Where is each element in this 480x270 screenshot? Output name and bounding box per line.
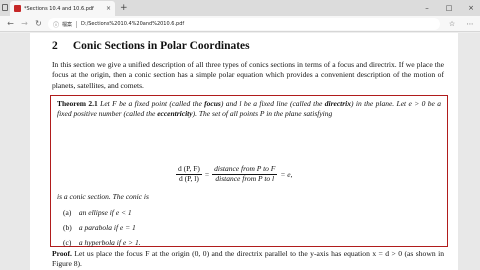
case-hyperbola: (c) a hyperbola if e > 1. xyxy=(63,238,141,247)
back-button[interactable]: ← xyxy=(4,17,17,30)
formula-equals-e: = e, xyxy=(280,169,293,179)
formula-rhs: distance from P to F distance from P to … xyxy=(212,163,278,185)
new-tab-button[interactable]: + xyxy=(120,2,128,14)
proof-text: Let us place the focus F at the origin (… xyxy=(52,249,444,269)
formula-lhs-denominator: d (P, l) xyxy=(179,174,199,184)
tab-close-icon[interactable]: × xyxy=(106,5,111,12)
tab-actions-icon[interactable] xyxy=(2,4,8,11)
formula-lhs: d (P, F) d (P, l) xyxy=(176,164,202,185)
case-tag: (c) xyxy=(63,238,72,247)
forward-button[interactable]: → xyxy=(18,17,31,30)
url-text[interactable]: D:/Sections%2010.4%20and%2010.6.pdf xyxy=(81,21,184,27)
pdf-viewer[interactable]: 2 Conic Sections in Polar Coordinates In… xyxy=(0,33,480,270)
more-menu-icon[interactable]: ⋯ xyxy=(464,18,476,30)
pdf-page: 2 Conic Sections in Polar Coordinates In… xyxy=(30,33,458,270)
case-parabola: (b) a parabola if e = 1 xyxy=(63,223,136,232)
pdf-favicon-icon xyxy=(14,5,21,12)
case-tag: (a) xyxy=(63,208,72,217)
formula-rhs-denominator: distance from P to l xyxy=(215,174,275,184)
file-scheme-label: 檔案 xyxy=(62,21,73,28)
formula-lhs-numerator: d (P, F) xyxy=(178,163,200,173)
case-ellipse: (a) an ellipse if e < 1 xyxy=(63,208,132,217)
formula-equals-1: = xyxy=(204,169,210,179)
proof-label: Proof. xyxy=(52,249,72,258)
theorem-text-2: ) and l be a fixed line (called the xyxy=(220,99,325,108)
case-tag: (b) xyxy=(63,223,72,232)
address-separator xyxy=(76,20,78,28)
address-bar[interactable]: ⓘ 檔案 D:/Sections%2010.4%20and%2010.6.pdf xyxy=(48,18,440,30)
section-heading: 2 Conic Sections in Polar Coordinates xyxy=(52,40,250,52)
term-directrix: directrix xyxy=(324,99,351,108)
minimize-button[interactable]: – xyxy=(416,0,438,16)
maximize-button[interactable]: □ xyxy=(438,0,460,16)
theorem-label: Theorem 2.1 xyxy=(57,99,98,108)
section-title: Conic Sections in Polar Coordinates xyxy=(72,40,250,52)
term-focus: focus xyxy=(204,99,221,108)
case-text: an ellipse if e < 1 xyxy=(78,208,132,217)
info-icon[interactable]: ⓘ xyxy=(53,20,59,29)
refresh-button[interactable]: ↻ xyxy=(32,17,45,30)
tab-pdf[interactable]: *Sections 10.4 and 10.6.pdf × xyxy=(10,1,115,16)
case-text: a hyperbola if e > 1. xyxy=(78,238,141,247)
title-bar: *Sections 10.4 and 10.6.pdf × + – □ × xyxy=(0,0,480,16)
formula-rhs-numerator: distance from P to F xyxy=(214,163,276,173)
proof-paragraph: Proof. Let us place the focus F at the o… xyxy=(52,249,444,270)
conic-statement: is a conic section. The conic is xyxy=(57,192,149,201)
eccentricity-formula: d (P, F) d (P, l) = distance from P to F… xyxy=(173,160,293,188)
tab-title: *Sections 10.4 and 10.6.pdf xyxy=(24,5,94,12)
address-row: ← → ↻ ⓘ 檔案 D:/Sections%2010.4%20and%2010… xyxy=(0,16,480,32)
theorem-text-1: Let F be a fixed point (called the xyxy=(97,99,205,108)
theorem-box: Theorem 2.1 Let F be a fixed point (call… xyxy=(50,95,448,247)
close-window-button[interactable]: × xyxy=(460,0,480,16)
favorite-star-icon[interactable]: ☆ xyxy=(446,18,458,30)
section-number: 2 xyxy=(52,40,58,52)
theorem-text: Theorem 2.1 Let F be a fixed point (call… xyxy=(57,99,441,119)
case-text: a parabola if e = 1 xyxy=(78,223,136,232)
intro-paragraph: In this section we give a unified descri… xyxy=(52,60,444,90)
theorem-text-4: ). The set of all points P in the plane … xyxy=(192,109,333,119)
term-eccentricity: eccentricity xyxy=(157,109,193,119)
